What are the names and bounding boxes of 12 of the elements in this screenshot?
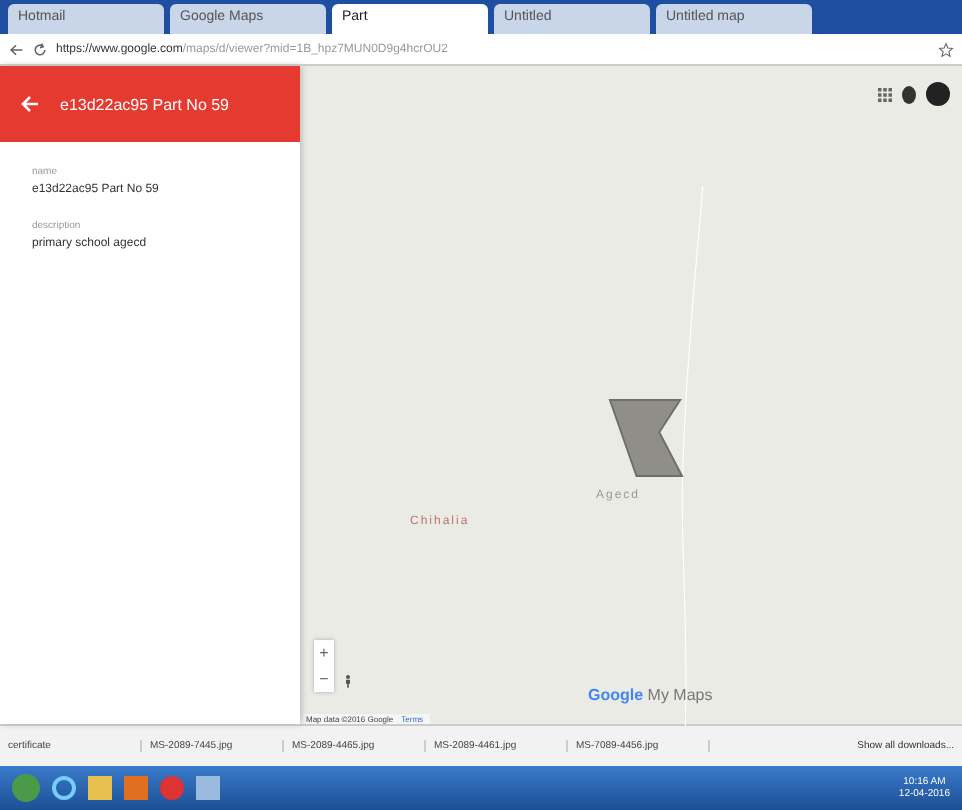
person-icon[interactable] (344, 674, 352, 688)
reload-icon[interactable] (32, 41, 48, 57)
star-icon[interactable] (938, 41, 954, 57)
back-arrow-icon[interactable] (20, 94, 40, 114)
grid-icon[interactable] (878, 87, 892, 101)
zoom-out-button[interactable]: − (314, 666, 334, 692)
polygon-shape (608, 396, 684, 480)
panel-title: e13d22ac95 Part No 59 (60, 95, 230, 113)
back-icon[interactable] (8, 41, 24, 57)
avatar-icon[interactable] (926, 82, 950, 106)
zoom-in-button[interactable]: + (314, 640, 334, 666)
logo-text: Google My Maps (588, 686, 713, 704)
